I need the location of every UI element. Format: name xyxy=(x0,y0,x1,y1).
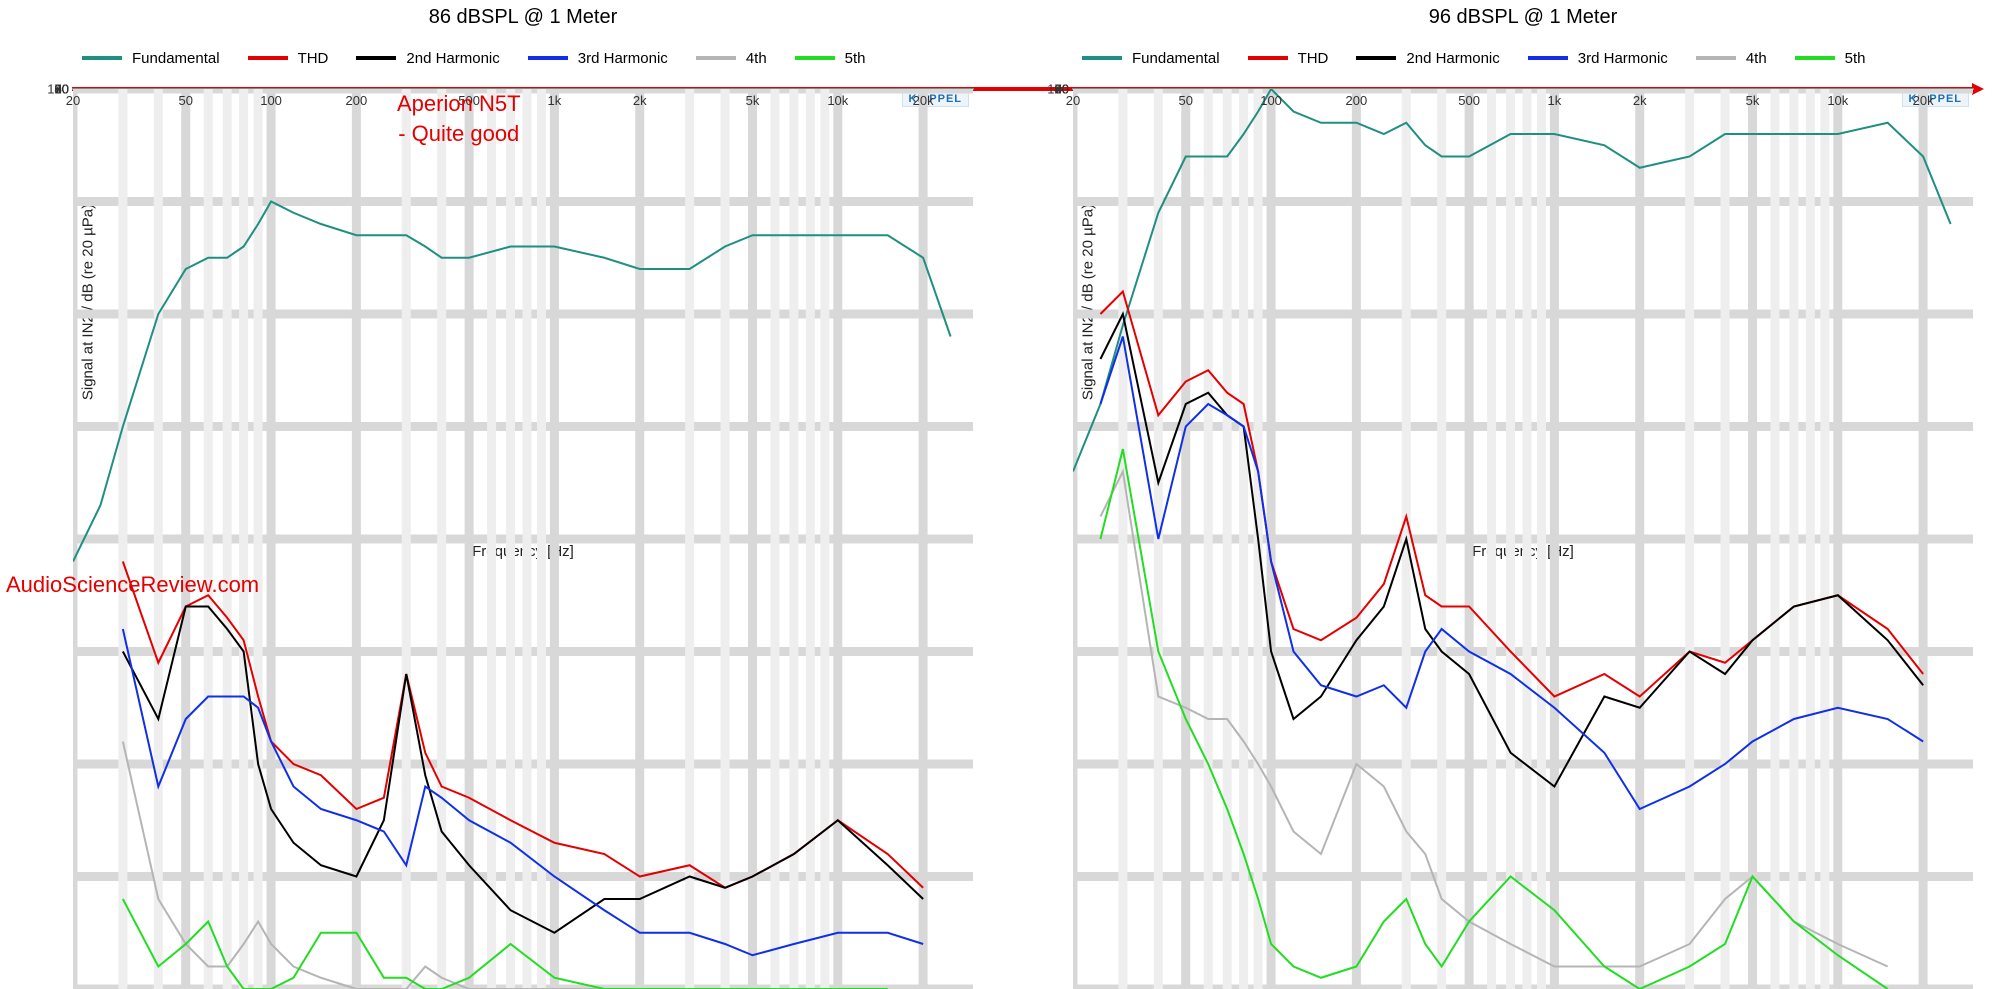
legend-label: 2nd Harmonic xyxy=(1406,50,1499,67)
x-tick-label: 200 xyxy=(346,93,368,108)
chart-1: 96 dBSPL @ 1 Meter Fundamental THD 2nd H… xyxy=(1000,0,2000,560)
legend-label: Fundamental xyxy=(132,50,220,67)
x-tick-label: 20 xyxy=(66,93,80,108)
x-tick-label: 1k xyxy=(548,93,562,108)
legend-swatch-icon xyxy=(82,56,122,60)
x-tick-label: 10k xyxy=(827,93,848,108)
chart-title: 96 dBSPL @ 1 Meter xyxy=(1072,6,1974,32)
legend-label: 5th xyxy=(845,50,866,67)
legend-swatch-icon xyxy=(1248,56,1288,60)
chart-0: 86 dBSPL @ 1 Meter Fundamental THD 2nd H… xyxy=(0,0,1000,560)
legend-item: Fundamental xyxy=(1082,36,1220,80)
legend: Fundamental THD 2nd Harmonic 3rd Harmoni… xyxy=(72,32,974,88)
x-tick-label: 5k xyxy=(1746,93,1760,108)
legend-swatch-icon xyxy=(1795,56,1835,60)
x-tick-label: 20k xyxy=(1913,93,1934,108)
x-tick-label: 200 xyxy=(1346,93,1368,108)
legend-item: Fundamental xyxy=(82,36,220,80)
x-tick-label: 100 xyxy=(260,93,282,108)
x-ticks: 20501002005001k2k5k10k20k xyxy=(1073,93,1973,113)
page: 86 dBSPL @ 1 Meter Fundamental THD 2nd H… xyxy=(0,0,2000,600)
legend-item: 2nd Harmonic xyxy=(1356,36,1499,80)
legend-item: 3rd Harmonic xyxy=(528,36,668,80)
legend-item: 5th xyxy=(795,36,866,80)
legend-item: 4th xyxy=(696,36,767,80)
legend-label: 3rd Harmonic xyxy=(1578,50,1668,67)
legend-label: 4th xyxy=(1746,50,1767,67)
legend-item: 4th xyxy=(1696,36,1767,80)
legend-item: THD xyxy=(248,36,329,80)
legend-swatch-icon xyxy=(356,56,396,60)
x-tick-label: 5k xyxy=(746,93,760,108)
legend-label: THD xyxy=(1298,50,1329,67)
x-tick-label: 100 xyxy=(1260,93,1282,108)
legend-swatch-icon xyxy=(1356,56,1396,60)
legend-label: 2nd Harmonic xyxy=(406,50,499,67)
legend-swatch-icon xyxy=(795,56,835,60)
x-ticks: 20501002005001k2k5k10k20k xyxy=(73,93,973,113)
plot-area: KLIPPEL 2030405060708090100 205010020050… xyxy=(72,88,974,90)
x-tick-label: 500 xyxy=(1458,93,1480,108)
legend-label: 5th xyxy=(1845,50,1866,67)
legend-swatch-icon xyxy=(1528,56,1568,60)
annotation-text: Aperion N5T- Quite good xyxy=(397,89,521,148)
x-tick-label: 50 xyxy=(1179,93,1193,108)
legend-swatch-icon xyxy=(248,56,288,60)
legend-item: THD xyxy=(1248,36,1329,80)
x-tick-label: 2k xyxy=(633,93,647,108)
x-tick-label: 1k xyxy=(1548,93,1562,108)
legend-label: 3rd Harmonic xyxy=(578,50,668,67)
x-tick-label: 20 xyxy=(1066,93,1080,108)
x-tick-label: 20k xyxy=(913,93,934,108)
x-tick-label: 10k xyxy=(1827,93,1848,108)
source-label: AudioScienceReview.com xyxy=(6,572,259,598)
legend-label: THD xyxy=(298,50,329,67)
legend-swatch-icon xyxy=(1082,56,1122,60)
legend: Fundamental THD 2nd Harmonic 3rd Harmoni… xyxy=(1072,32,1974,88)
chart-title: 86 dBSPL @ 1 Meter xyxy=(72,6,974,32)
x-tick-label: 2k xyxy=(1633,93,1647,108)
legend-item: 3rd Harmonic xyxy=(1528,36,1668,80)
legend-item: 5th xyxy=(1795,36,1866,80)
legend-swatch-icon xyxy=(528,56,568,60)
legend-item: 2nd Harmonic xyxy=(356,36,499,80)
legend-label: Fundamental xyxy=(1132,50,1220,67)
legend-label: 4th xyxy=(746,50,767,67)
plot-area: KLIPPEL 2030405060708090100 205010020050… xyxy=(1072,88,1974,90)
x-tick-label: 50 xyxy=(179,93,193,108)
legend-swatch-icon xyxy=(696,56,736,60)
charts-row: 86 dBSPL @ 1 Meter Fundamental THD 2nd H… xyxy=(0,0,2000,560)
legend-swatch-icon xyxy=(1696,56,1736,60)
